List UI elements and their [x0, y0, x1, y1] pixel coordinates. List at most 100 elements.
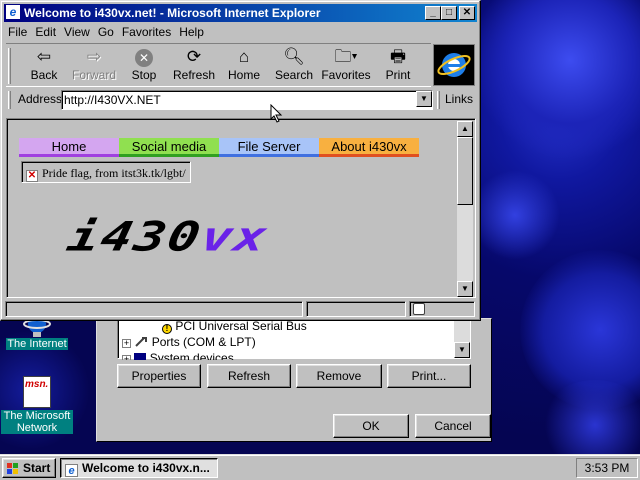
stop-label: Stop	[131, 68, 157, 82]
broken-image-alt: Pride flag, from itst3k.tk/lgbt/	[42, 166, 186, 180]
scroll-thumb[interactable]	[457, 137, 473, 205]
address-dropdown-icon[interactable]: ▼	[416, 91, 432, 107]
links-button[interactable]: Links	[445, 92, 473, 106]
toolbar-grip	[8, 48, 11, 84]
links-grip	[437, 91, 440, 109]
back-button[interactable]: ⇦ Back	[19, 46, 69, 86]
print-button[interactable]: 🖶︎ Print	[373, 46, 423, 86]
clock[interactable]: 3:53 PM	[585, 461, 630, 475]
menu-bar: File Edit View Go Favorites Help	[4, 23, 208, 41]
desktop-icon-msn[interactable]: msn. The Microsoft Network	[1, 376, 73, 434]
broken-image-icon: ✕	[26, 170, 38, 182]
toolbar: ⇦ Back ⇨ Forward ✕ Stop ⟳ Refresh ⌂ Home…	[6, 43, 431, 87]
menu-favorites[interactable]: Favorites	[118, 23, 175, 41]
close-icon[interactable]: ✕	[459, 6, 475, 20]
forward-button[interactable]: ⇨ Forward	[69, 46, 119, 86]
ie-window: e Welcome to i430vx.net! - Microsoft Int…	[0, 0, 481, 321]
mouse-pointer-icon	[270, 103, 284, 124]
title-bar[interactable]: e Welcome to i430vx.net! - Microsoft Int…	[4, 4, 477, 22]
expand-icon[interactable]: +	[122, 339, 131, 348]
refresh-label: Refresh	[172, 68, 216, 82]
site-logo: i430vx	[63, 214, 273, 261]
system-tray: 3:53 PM	[576, 458, 638, 478]
print-button[interactable]: Print...	[387, 364, 471, 388]
printer-icon: 🖶︎	[389, 47, 407, 66]
home-button[interactable]: ⌂ Home	[219, 46, 269, 86]
print-label: Print	[385, 68, 411, 82]
device-tree[interactable]: ! PCI Universal Serial Bus + Ports (COM …	[117, 319, 471, 360]
search-button[interactable]: 🔍︎ Search	[269, 46, 319, 86]
favorites-button[interactable]: 🗀︎▾ Favorites	[319, 46, 373, 86]
ie-small-icon: e	[6, 5, 20, 19]
home-icon: ⌂	[238, 47, 250, 66]
tree-item-ports[interactable]: + Ports (COM & LPT)	[122, 334, 256, 350]
menu-help[interactable]: Help	[175, 23, 208, 41]
nav-social-media[interactable]: Social media	[119, 138, 219, 157]
address-input[interactable]: http://I430VX.NET ▼	[61, 90, 433, 110]
status-text-pane	[5, 301, 303, 317]
menu-go[interactable]: Go	[94, 23, 118, 41]
ie-throbber-logo	[433, 44, 475, 86]
ie-logo-icon	[437, 53, 471, 77]
zone-icon	[413, 303, 425, 315]
logo-part-2: vx	[196, 214, 273, 261]
favorites-folder-icon: 🗀︎▾	[334, 47, 358, 66]
tree-item-label: System devices	[149, 351, 234, 360]
scroll-down-icon[interactable]: ▼	[454, 342, 470, 358]
properties-button[interactable]: Properties	[117, 364, 201, 388]
refresh-button[interactable]: ⟳ Refresh	[169, 46, 219, 86]
address-bar: Address http://I430VX.NET ▼ Links	[6, 88, 476, 112]
nav-about-label: About i430vx	[331, 139, 407, 154]
msn-badge: msn.	[25, 379, 49, 390]
maximize-icon[interactable]: □	[441, 6, 457, 20]
expand-icon[interactable]: +	[122, 355, 131, 360]
refresh-button[interactable]: Refresh	[207, 364, 291, 388]
page-scrollbar[interactable]: ▲ ▼	[457, 121, 473, 297]
cancel-button[interactable]: Cancel	[415, 414, 491, 438]
menu-file[interactable]: File	[4, 23, 31, 41]
scroll-down-icon[interactable]: ▼	[457, 281, 473, 297]
menu-view[interactable]: View	[60, 23, 94, 41]
tree-item-system[interactable]: + System devices	[122, 350, 234, 360]
scroll-up-icon[interactable]: ▲	[457, 121, 473, 137]
stop-icon: ✕	[119, 46, 169, 68]
logo-part-1: i430	[63, 214, 207, 261]
start-button[interactable]: Start	[2, 458, 56, 478]
refresh-icon: ⟳	[186, 47, 202, 66]
device-manager-dialog: ! PCI Universal Serial Bus + Ports (COM …	[96, 318, 492, 442]
nav-about[interactable]: About i430vx	[319, 138, 419, 157]
search-icon: 🔍︎	[283, 47, 305, 66]
warning-device-icon: !	[162, 324, 172, 334]
desktop-icon-label: The Internet	[6, 338, 68, 350]
system-icon	[134, 353, 147, 360]
address-grip	[8, 91, 11, 109]
forward-label: Forward	[71, 68, 116, 82]
remove-button[interactable]: Remove	[296, 364, 382, 388]
start-label: Start	[23, 461, 51, 475]
home-label: Home	[227, 68, 260, 82]
favorites-label: Favorites	[321, 68, 371, 82]
tree-item-label: Ports (COM & LPT)	[151, 335, 256, 349]
status-bar	[4, 300, 477, 318]
forward-arrow-icon: ⇨	[86, 47, 102, 66]
status-progress-pane	[306, 301, 406, 317]
tree-item-label: PCI Universal Serial Bus	[175, 319, 307, 333]
window-title: Welcome to i430vx.net! - Microsoft Inter…	[24, 6, 321, 20]
broken-image: ✕ Pride flag, from itst3k.tk/lgbt/	[21, 161, 191, 183]
desktop-icon-label: The Microsoft Network	[1, 410, 73, 434]
ok-button[interactable]: OK	[333, 414, 409, 438]
nav-fileserver-label: File Server	[237, 139, 301, 154]
minimize-icon[interactable]: _	[425, 6, 441, 20]
nav-home[interactable]: Home	[19, 138, 119, 157]
web-page: Home Social media File Server About i430…	[9, 121, 457, 297]
tree-scrollbar[interactable]: ▼	[454, 320, 470, 358]
nav-file-server[interactable]: File Server	[219, 138, 319, 157]
nav-home-label: Home	[51, 139, 87, 154]
browser-viewport: Home Social media File Server About i430…	[6, 118, 476, 298]
search-label: Search	[274, 68, 314, 82]
address-value: http://I430VX.NET	[64, 93, 161, 107]
menu-edit[interactable]: Edit	[31, 23, 60, 41]
stop-button[interactable]: ✕ Stop	[119, 46, 169, 86]
address-label: Address	[18, 92, 63, 106]
taskbar-item-ie[interactable]: e Welcome to i430vx.n...	[60, 458, 218, 478]
